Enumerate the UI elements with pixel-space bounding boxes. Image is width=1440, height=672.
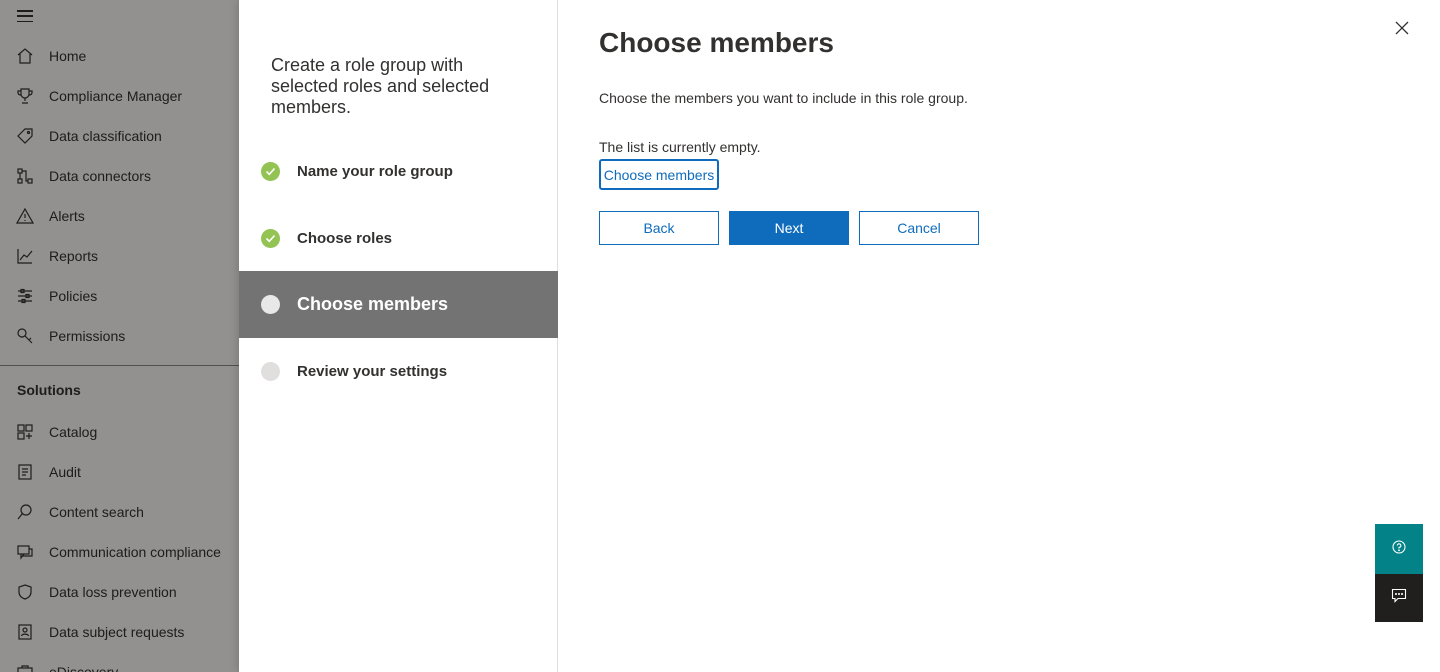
nav-item-label: eDiscovery	[49, 664, 119, 672]
nav-item-communication-compliance[interactable]: Communication compliance	[0, 532, 239, 572]
nav-item-audit[interactable]: Audit	[0, 452, 239, 492]
nav-item-label: Catalog	[49, 424, 98, 440]
pending-step-icon	[261, 362, 280, 381]
step-review-settings[interactable]: Review your settings	[239, 338, 558, 405]
check-icon	[261, 162, 280, 181]
left-navigation: Home Compliance Manager Data classificat…	[0, 0, 239, 672]
tag-icon	[0, 127, 49, 145]
next-button[interactable]: Next	[729, 211, 849, 245]
home-icon	[0, 47, 49, 65]
cancel-button[interactable]: Cancel	[859, 211, 979, 245]
nav-item-label: Communication compliance	[49, 544, 221, 560]
nav-item-label: Audit	[49, 464, 81, 480]
chat-icon	[0, 543, 49, 561]
nav-item-compliance-manager[interactable]: Compliance Manager	[0, 76, 239, 116]
help-button[interactable]	[1375, 524, 1423, 574]
nav-item-label: Policies	[49, 288, 98, 304]
nav-section-solutions: Solutions	[17, 382, 81, 398]
nav-item-label: Data classification	[49, 128, 162, 144]
nav-item-catalog[interactable]: Catalog	[0, 412, 239, 452]
catalog-icon	[0, 423, 49, 441]
step-choose-members[interactable]: Choose members	[239, 271, 558, 338]
nav-divider	[0, 365, 239, 366]
trophy-icon	[0, 87, 49, 105]
nav-item-label: Data loss prevention	[49, 584, 177, 600]
nav-item-label: Data connectors	[49, 168, 151, 184]
nav-item-data-loss-prevention[interactable]: Data loss prevention	[0, 572, 239, 612]
page-description: Choose the members you want to include i…	[599, 90, 968, 106]
wizard-panel: Create a role group with selected roles …	[239, 0, 1440, 672]
wizard-steps: Create a role group with selected roles …	[239, 0, 558, 672]
feedback-button[interactable]	[1375, 574, 1423, 622]
nav-item-label: Home	[49, 48, 87, 64]
step-label: Choose members	[297, 294, 449, 314]
nav-item-label: Alerts	[49, 208, 85, 224]
feedback-icon	[1391, 588, 1407, 608]
step-label: Choose roles	[297, 230, 393, 247]
search-icon	[0, 503, 49, 521]
shield-icon	[0, 583, 49, 601]
current-step-icon	[261, 295, 280, 314]
nav-item-ediscovery[interactable]: eDiscovery	[0, 652, 239, 672]
help-icon	[1392, 539, 1406, 559]
key-icon	[0, 327, 49, 345]
step-choose-roles[interactable]: Choose roles	[239, 205, 558, 272]
person-doc-icon	[0, 623, 49, 641]
back-button[interactable]: Back	[599, 211, 719, 245]
page-title: Choose members	[599, 27, 834, 58]
wizard-title: Create a role group with selected roles …	[271, 55, 490, 117]
nav-item-reports[interactable]: Reports	[0, 236, 239, 276]
nav-item-data-subject-requests[interactable]: Data subject requests	[0, 612, 239, 652]
nav-item-policies[interactable]: Policies	[0, 276, 239, 316]
audit-icon	[0, 463, 49, 481]
chart-icon	[0, 247, 49, 265]
step-label: Review your settings	[297, 363, 448, 380]
alert-icon	[0, 207, 49, 225]
choose-members-button[interactable]: Choose members	[599, 159, 719, 190]
empty-list-message: The list is currently empty.	[599, 139, 761, 155]
check-icon	[261, 229, 280, 248]
nav-item-label: Compliance Manager	[49, 88, 183, 104]
nav-item-alerts[interactable]: Alerts	[0, 196, 239, 236]
nav-item-label: Content search	[49, 504, 144, 520]
nav-item-content-search[interactable]: Content search	[0, 492, 239, 532]
nav-item-label: Permissions	[49, 328, 126, 344]
nav-item-data-classification[interactable]: Data classification	[0, 116, 239, 156]
step-label: Name your role group	[297, 163, 453, 180]
nav-item-permissions[interactable]: Permissions	[0, 316, 239, 356]
hamburger-menu-icon[interactable]	[17, 10, 33, 22]
close-icon[interactable]	[1394, 20, 1410, 36]
nav-item-label: Reports	[49, 248, 99, 264]
step-name-role-group[interactable]: Name your role group	[239, 138, 558, 205]
nav-item-data-connectors[interactable]: Data connectors	[0, 156, 239, 196]
connector-icon	[0, 167, 49, 185]
nav-item-label: Data subject requests	[49, 624, 185, 640]
nav-item-home[interactable]: Home	[0, 36, 239, 76]
briefcase-icon	[0, 663, 49, 672]
sliders-icon	[0, 287, 49, 305]
